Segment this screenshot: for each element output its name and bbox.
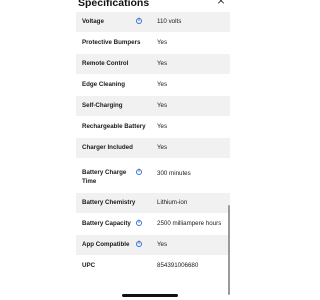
spec-label: UPC (82, 262, 96, 269)
info-icon[interactable]: i (136, 241, 142, 247)
spec-value: 300 minutes (157, 170, 191, 177)
spec-value: 854391006680 (157, 262, 199, 269)
spec-row-battery-capacity: Battery Capacity i 2500 milliampere hour… (76, 213, 230, 234)
spec-label: Remote Control (82, 60, 129, 67)
home-indicator[interactable] (122, 294, 178, 297)
spec-label: Self-Charging (82, 102, 123, 109)
spec-value: 110 volts (157, 18, 182, 25)
info-icon[interactable]: i (136, 169, 142, 175)
spec-row-self-charging: Self-Charging Yes (76, 95, 230, 116)
spec-value: Yes (157, 123, 168, 130)
spec-value: 2500 milliampere hours (157, 220, 222, 227)
spec-row-edge-cleaning: Edge Cleaning Yes (76, 74, 230, 95)
spec-value: Yes (157, 60, 168, 67)
page-title: Specifications (78, 0, 150, 9)
spec-value: Yes (157, 39, 168, 46)
close-icon[interactable]: × (216, 0, 226, 7)
spec-row-app-compatible: App Compatible i Yes (76, 234, 230, 255)
spec-label: Rechargeable Battery (82, 123, 146, 130)
info-icon[interactable]: i (136, 220, 142, 226)
spec-row-battery-chemistry: Battery Chemistry Lithium-ion (76, 192, 230, 213)
info-icon[interactable]: i (136, 18, 142, 24)
spec-row-protective-bumpers: Protective Bumpers Yes (76, 32, 230, 53)
spec-label: Battery Charge Time (82, 169, 127, 185)
spec-label: Charger Included (82, 144, 133, 151)
spec-row-charger-included: Charger Included Yes (76, 137, 230, 158)
specifications-panel: Voltage i 110 volts Protective Bumpers Y… (76, 0, 230, 300)
panel-header: Specifications (76, 0, 230, 11)
spec-value: Yes (157, 81, 168, 88)
spec-value: Lithium-ion (157, 199, 188, 206)
spec-row-upc: UPC 854391006680 (76, 255, 230, 275)
spec-value: Yes (157, 144, 168, 151)
spec-value: Yes (157, 102, 168, 109)
scrollbar[interactable] (228, 205, 230, 295)
spec-row-voltage: Voltage i 110 volts (76, 11, 230, 32)
spec-list: Voltage i 110 volts Protective Bumpers Y… (76, 11, 230, 275)
spec-row-remote-control: Remote Control Yes (76, 53, 230, 74)
spec-label: Battery Chemistry (82, 199, 136, 206)
spec-label: Battery Capacity (82, 220, 131, 227)
spec-label: Voltage (82, 18, 104, 25)
spec-label: Edge Cleaning (82, 81, 125, 88)
spec-label: App Compatible (82, 241, 130, 248)
spec-row-battery-charge-time: Battery Charge Time i 300 minutes (76, 158, 230, 192)
spec-value: Yes (157, 241, 168, 248)
spec-row-rechargeable-battery: Rechargeable Battery Yes (76, 116, 230, 137)
spec-label: Protective Bumpers (82, 39, 141, 46)
